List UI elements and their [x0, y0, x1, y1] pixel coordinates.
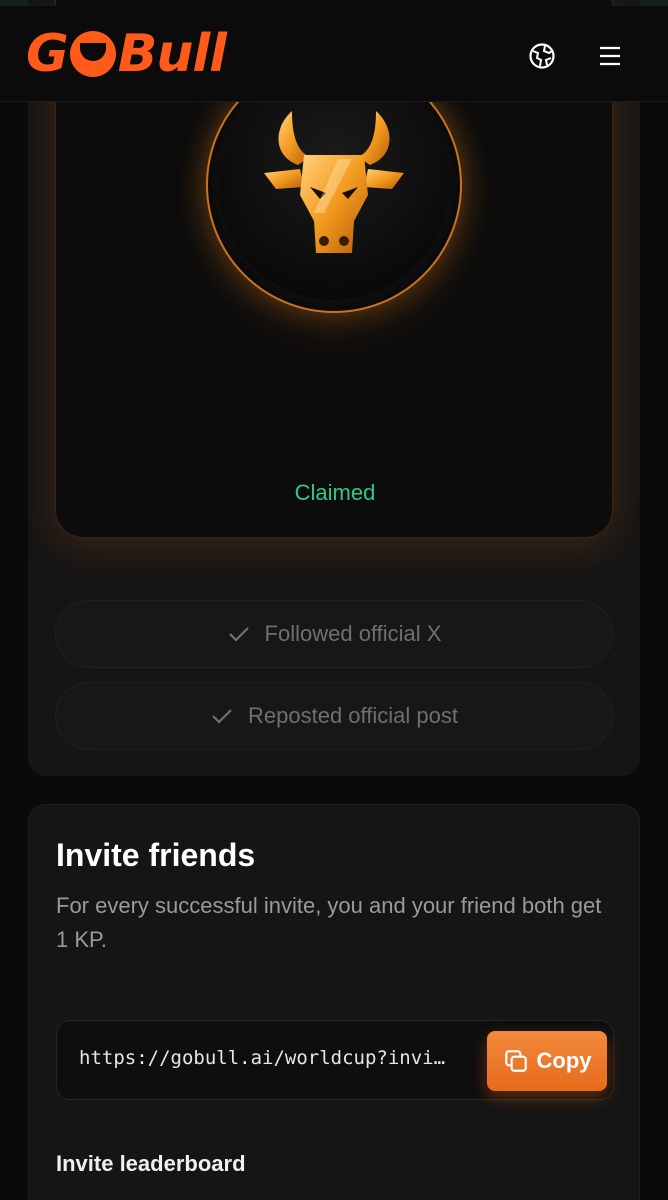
leaderboard-title: Invite leaderboard: [56, 1151, 246, 1176]
invite-link[interactable]: https://gobull.ai/worldcup?invi…: [79, 1047, 469, 1069]
gobull-logo[interactable]: G Bull: [26, 24, 227, 84]
invite-description: For every successful invite, you and you…: [56, 893, 602, 952]
invite-title: Invite friends: [56, 837, 256, 873]
task-followed-x: Followed official X: [55, 600, 613, 668]
claimed-status: Claimed: [294, 480, 376, 505]
globe-icon[interactable]: [527, 41, 557, 71]
logo-mascot-icon: [69, 31, 116, 77]
task-label: Followed official X: [264, 621, 442, 646]
task-label: Reposted official post: [248, 703, 458, 728]
hamburger-menu-icon[interactable]: [596, 42, 624, 70]
copy-icon: [504, 1050, 527, 1072]
copy-label: Copy: [536, 1048, 592, 1073]
invite-link-box: https://gobull.ai/worldcup?invi… Copy: [56, 1020, 614, 1100]
copy-button[interactable]: Copy: [487, 1031, 607, 1091]
page: Claimed Followed official X Reposted off…: [0, 0, 668, 1200]
task-reposted-post: Reposted official post: [55, 682, 613, 750]
app-header: G Bull: [0, 6, 668, 102]
check-icon: [212, 709, 232, 724]
check-icon: [228, 627, 249, 642]
bull-head-icon: [264, 111, 404, 253]
invite-panel: Invite friends For every successful invi…: [28, 804, 640, 1200]
